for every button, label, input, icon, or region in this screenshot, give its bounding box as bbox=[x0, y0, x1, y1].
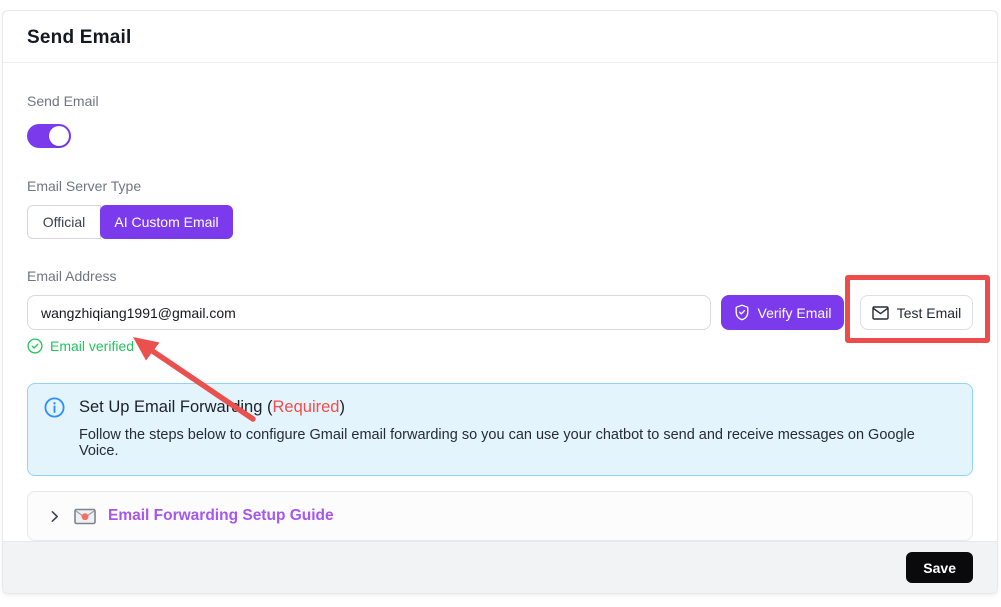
verify-email-button[interactable]: Verify Email bbox=[721, 295, 844, 330]
info-icon bbox=[44, 397, 65, 418]
accordion-title: Email Forwarding Setup Guide bbox=[108, 507, 334, 525]
email-input-row: Verify Email Test Email bbox=[27, 295, 973, 330]
chevron-right-icon bbox=[47, 509, 62, 524]
email-verified-status: Email verified bbox=[27, 338, 973, 354]
card-header: Send Email bbox=[3, 11, 997, 63]
send-email-label: Send Email bbox=[27, 93, 973, 110]
server-type-option-ai-custom[interactable]: AI Custom Email bbox=[100, 205, 233, 239]
test-email-button[interactable]: Test Email bbox=[860, 295, 973, 330]
email-address-label: Email Address bbox=[27, 268, 973, 285]
required-badge: Required bbox=[273, 398, 340, 416]
video-envelope-icon bbox=[74, 508, 96, 525]
info-box-title: Set Up Email Forwarding (Required) bbox=[79, 398, 345, 417]
send-email-toggle[interactable] bbox=[27, 124, 71, 148]
info-box-description: Follow the steps below to configure Gmai… bbox=[79, 427, 956, 459]
page-title: Send Email bbox=[27, 27, 973, 49]
toggle-knob bbox=[49, 126, 69, 146]
card-footer: Save bbox=[3, 541, 997, 593]
save-button[interactable]: Save bbox=[906, 552, 973, 583]
test-email-label: Test Email bbox=[897, 305, 962, 321]
server-type-segmented: Official AI Custom Email bbox=[27, 205, 973, 239]
shield-check-icon bbox=[734, 304, 750, 321]
email-address-input[interactable] bbox=[27, 295, 711, 330]
envelope-icon bbox=[872, 306, 889, 320]
server-type-label: Email Server Type bbox=[27, 178, 973, 195]
card-body: Send Email Email Server Type Official AI… bbox=[3, 63, 997, 541]
info-title-row: Set Up Email Forwarding (Required) bbox=[44, 397, 956, 418]
email-forwarding-info-box: Set Up Email Forwarding (Required) Follo… bbox=[27, 383, 973, 476]
email-forwarding-guide-accordion[interactable]: Email Forwarding Setup Guide bbox=[27, 491, 973, 541]
check-circle-icon bbox=[27, 338, 43, 354]
verify-email-label: Verify Email bbox=[758, 305, 832, 321]
send-email-card: Send Email Send Email Email Server Type … bbox=[2, 10, 998, 594]
email-verified-text: Email verified bbox=[50, 338, 134, 354]
server-type-option-official[interactable]: Official bbox=[27, 205, 101, 239]
